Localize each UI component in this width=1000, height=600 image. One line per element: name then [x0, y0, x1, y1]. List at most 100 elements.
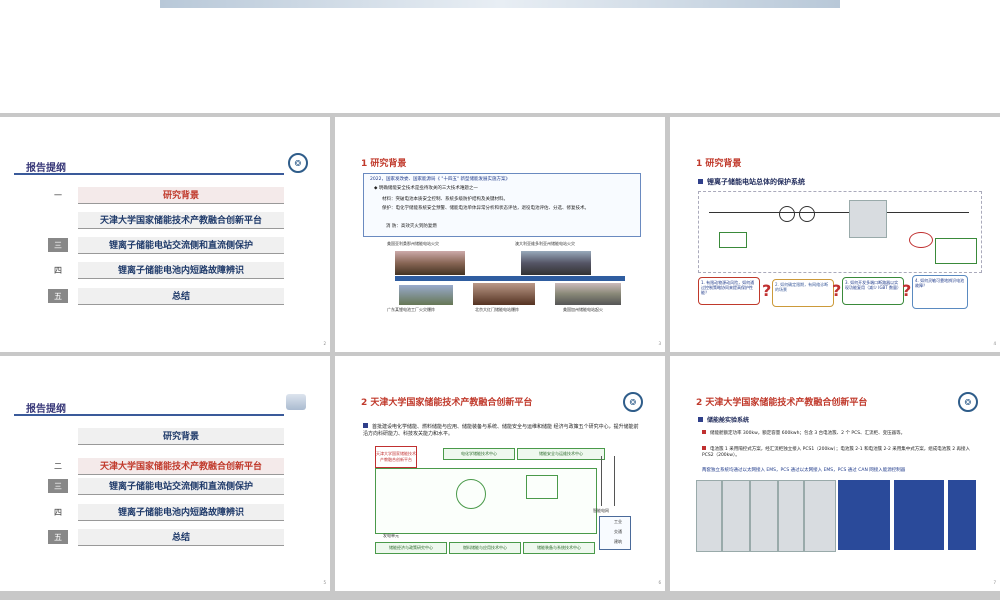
cabinet-photo [804, 480, 836, 552]
outline-row-4: 四 锂离子储能电池内短路故障辨识 [48, 503, 284, 521]
protection-device-icon [719, 232, 747, 248]
decorative-image [286, 394, 306, 410]
question-bubble-2: 2. 如何确定限期，有网络诊断的场景 [772, 279, 834, 307]
slide-title: 2 天津大学国家储能技术产教融合创新平台 [361, 398, 533, 408]
fire-photo [395, 251, 465, 275]
slide-research-background[interactable]: 1 研究背景 2022，国家发改委、国家能源局《 "十四五" 新型储能发展实施方… [335, 117, 665, 352]
monitor-screen [894, 480, 944, 550]
photo-caption: 澳大利亚维多利亚州储能电站火灾 [515, 241, 575, 246]
question-bubble-1: 1. 有限动物源动风险，如何通过控制策略协同来提高保护性能？ [698, 277, 760, 305]
fault-highlight-icon [909, 232, 933, 248]
slide-platform[interactable]: ❂ 2 天津大学国家储能技术产教融合创新平台 首批建设电化学储能、燃料储能与应用… [335, 356, 665, 591]
question-bubble-4: 4. 如何灵敏可靠地辨识电池故障？ [912, 275, 968, 309]
timeline-bar [395, 276, 625, 281]
previous-slide-bottom [0, 0, 1000, 113]
outline-num: 二 [54, 461, 62, 471]
university-logo-icon: ❂ [288, 153, 308, 173]
outline-num: 一 [54, 190, 62, 200]
policy-bullet: ◆ 明确储能安全技术是亟待攻关的三大技术难题之一 [374, 186, 478, 191]
slide-lab-system[interactable]: ❂ 2 天津大学国家储能技术产教融合创新平台 储能舱实验系统 储能舱额定功率 3… [670, 356, 1000, 591]
page-number: 6 [658, 580, 661, 585]
title-rule [14, 173, 284, 175]
title-rule [14, 414, 284, 416]
spec-text: 电池簇 1 采用隔控式方案，经汇流柜独立接入 PCS1（200kw）；电池簇 2… [702, 447, 970, 458]
fire-photo [473, 283, 535, 305]
outline-num: 四 [54, 507, 62, 517]
photo-caption: 广东某锂电池工厂火灾爆炸 [387, 307, 435, 312]
outline-num: 五 [48, 530, 68, 544]
outline-label: 天津大学国家储能技术产教融合创新平台 [78, 457, 284, 475]
outline-row-5: 五 总结 [48, 287, 284, 305]
material-line: 材料：突破电池本质安全控制、系统多级防护结构及关键材料。 [382, 197, 508, 202]
cabinet-photo [778, 480, 804, 552]
battery-rack-icon [935, 238, 977, 264]
protect-line: 保护：电化学储能系统安全预警、储能电池单体异常分析和状态评估，退役电池评估、分选… [382, 206, 589, 211]
question-mark-icon: ? [902, 281, 912, 300]
question-bubble-3: 3. 如何开发多端口断路器以实现功能复用（减少 IGBT 数量） [842, 277, 904, 305]
photo-caption: 美国加州储能电站起火 [563, 307, 603, 312]
slide-subtitle: 锂离子储能电站总体的保护系统 [698, 178, 805, 186]
slide-title: 2 天津大学国家储能技术产教融合创新平台 [696, 398, 868, 408]
outline-num: 三 [48, 238, 68, 252]
page-number: 7 [993, 580, 996, 585]
spec-text: 储能舱额定功率 300kw，额定容量 600kwh；包含 3 台电池簇、2 个 … [710, 431, 906, 436]
spec-line-3: 两套独立系统均通过以太网接入 EMS，PCS 通过以太网接入 EMS，PCS 通… [702, 468, 906, 473]
slide-protection-system[interactable]: 1 研究背景 锂离子储能电站总体的保护系统 1. 有限动物源动风险，如何通过控制… [670, 117, 1000, 352]
monitor-screen [838, 480, 890, 550]
page-number: 4 [993, 341, 996, 346]
outline-row-1: 一 研究背景 [48, 186, 284, 204]
outline-row-4: 四 锂离子储能电池内短路故障辨识 [48, 261, 284, 279]
outline-row-2: 二 天津大学国家储能技术产教融合创新平台 [48, 457, 284, 475]
slide-outline-1[interactable]: ❂ 报告提纲 一 研究背景 天津大学国家储能技术产教融合创新平台 三 锂离子储能… [0, 117, 330, 352]
grid-hub-icon [456, 479, 486, 509]
photo-caption: 北京大红门储能电站爆炸 [475, 307, 519, 312]
outline-label: 总结 [78, 528, 284, 546]
subtitle-text: 储能舱实验系统 [707, 417, 750, 424]
fire-photo [521, 251, 591, 275]
platform-desc: 首批建设电化学储能、燃料储能与应用、储能装备与系统、储能安全与运维和储能 经济与… [363, 423, 643, 438]
fire-photo [555, 283, 621, 305]
cabinet-photo [750, 480, 778, 552]
outline-label: 研究背景 [78, 427, 284, 445]
system-diagram [698, 191, 982, 273]
subtitle-text: 锂离子储能电站总体的保护系统 [707, 178, 805, 186]
unit-label: 发电单元 [383, 533, 399, 538]
center-box: 储能经济与政策研究中心 [375, 542, 447, 554]
center-box: 燃料储能与应用技术中心 [449, 542, 521, 554]
university-logo-icon: ❂ [958, 392, 978, 412]
outline-label: 天津大学国家储能技术产教融合创新平台 [78, 211, 284, 229]
slide-outline-2[interactable]: 报告提纲 研究背景 二 天津大学国家储能技术产教融合创新平台 三 锂离子储能电站… [0, 356, 330, 591]
spec-line-1: 储能舱额定功率 300kw，额定容量 600kwh；包含 3 台电池簇、2 个 … [702, 430, 972, 437]
platform-badge: 天津大学国家储能技术产教融合创新平台 [375, 446, 417, 468]
outline-label: 锂离子储能电池内短路故障辨识 [78, 503, 284, 521]
slide-subtitle: 储能舱实验系统 [698, 417, 749, 424]
outline-label: 锂离子储能电池内短路故障辨识 [78, 261, 284, 279]
desc-text: 首批建设电化学储能、燃料储能与应用、储能装备与系统、储能安全与运维和储能 经济与… [363, 424, 639, 437]
load-label: 工业 [614, 519, 622, 524]
slide-title: 1 研究背景 [696, 159, 742, 169]
spec-line-2: 电池簇 1 采用隔控式方案，经汇流柜独立接入 PCS1（200kw）；电池簇 2… [702, 446, 972, 459]
header-banner-image [160, 0, 840, 8]
outline-label: 研究背景 [78, 186, 284, 204]
policy-line: 2022，国家发改委、国家能源局《 "十四五" 新型储能发展实施方案》 [370, 177, 510, 182]
outline-num: 四 [54, 265, 62, 275]
load-label: 建筑 [614, 539, 622, 544]
page-number: 3 [658, 341, 661, 346]
fire-line: 消 防：高效灭火到防复燃 [386, 224, 437, 229]
cabinet-photo [722, 480, 750, 552]
center-box: 储能安全与运维技术中心 [517, 448, 605, 460]
cabinet-photo [696, 480, 722, 552]
outline-row-3: 三 锂离子储能电站交流侧和直流侧保护 [48, 236, 284, 254]
outline-label: 锂离子储能电站交流侧和直流侧保护 [78, 477, 284, 495]
slide-title: 1 研究背景 [361, 159, 407, 169]
fire-photo [399, 285, 453, 305]
outline-num [48, 429, 68, 443]
center-box: 电化学储能技术中心 [443, 448, 515, 460]
question-mark-icon: ? [832, 281, 842, 300]
grid-label: 智能电网 [593, 508, 609, 513]
load-label: 交通 [614, 529, 622, 534]
page-number: 2 [323, 341, 326, 346]
policy-box: 2022，国家发改委、国家能源局《 "十四五" 新型储能发展实施方案》 ◆ 明确… [363, 173, 641, 237]
center-box: 储能装备与系统技术中心 [523, 542, 595, 554]
outline-num: 五 [48, 289, 68, 303]
